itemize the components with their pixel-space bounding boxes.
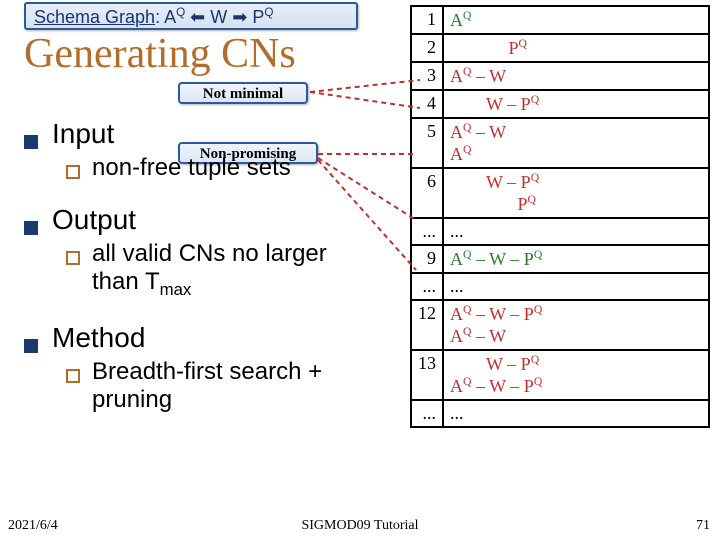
row-index: 13	[411, 350, 443, 400]
row-index: 1	[411, 6, 443, 34]
table-row: 9AQ – W – PQ	[411, 245, 709, 273]
row-content: AQ – W	[443, 62, 709, 90]
not-minimal-callout: Not minimal	[178, 82, 308, 104]
table-row: ......	[411, 273, 709, 300]
row-content: AQ – W – PQAQ – W	[443, 300, 709, 350]
table-row: 5AQ – WAQ	[411, 118, 709, 168]
row-content: W – PQ	[443, 90, 709, 118]
bullet-square-icon	[24, 221, 38, 235]
row-index: 3	[411, 62, 443, 90]
table-row: 1AQ	[411, 6, 709, 34]
bullet-method-sub-text: Breadth-first search + pruning	[92, 358, 374, 414]
row-content: ...	[443, 273, 709, 300]
row-index: 12	[411, 300, 443, 350]
slide-title: Generating CNs	[24, 30, 296, 78]
bullet-output-sub-text: all valid CNs no larger than Tmax	[92, 240, 374, 300]
footer-date: 2021/6/4	[8, 518, 58, 534]
cn-table: 1AQ2 PQ3AQ – W4 W – PQ5AQ – WAQ6 W – PQ …	[410, 5, 710, 428]
bullet-input-text: Input	[52, 118, 114, 150]
row-content: AQ – W – PQ	[443, 245, 709, 273]
bullet-input-sub: non-free tuple sets	[66, 154, 374, 182]
bullet-output: Output	[24, 204, 374, 236]
bullet-method: Method	[24, 322, 374, 354]
table-row: 6 W – PQ PQ	[411, 168, 709, 218]
bullet-input-sub-text: non-free tuple sets	[92, 154, 291, 182]
row-index: 2	[411, 34, 443, 62]
row-index: ...	[411, 400, 443, 427]
row-content: AQ	[443, 6, 709, 34]
table-row: ......	[411, 218, 709, 245]
bullet-square-icon	[24, 339, 38, 353]
bullet-hollow-square-icon	[66, 369, 80, 383]
row-index: 5	[411, 118, 443, 168]
bullet-input: Input	[24, 118, 374, 150]
row-content: PQ	[443, 34, 709, 62]
bullet-list: Input non-free tuple sets Output all val…	[24, 110, 374, 414]
bullet-hollow-square-icon	[66, 165, 80, 179]
footer-page: 71	[696, 518, 710, 534]
row-content: ...	[443, 400, 709, 427]
row-index: ...	[411, 218, 443, 245]
bullet-method-text: Method	[52, 322, 145, 354]
schema-graph-box: Schema Graph: AQ ⬅ W ➡ PQ	[24, 2, 358, 30]
table-row: 4 W – PQ	[411, 90, 709, 118]
table-row: 2 PQ	[411, 34, 709, 62]
bullet-output-text: Output	[52, 204, 136, 236]
bullet-method-sub: Breadth-first search + pruning	[66, 358, 374, 414]
table-row: 3AQ – W	[411, 62, 709, 90]
row-index: ...	[411, 273, 443, 300]
footer-title: SIGMOD09 Tutorial	[301, 518, 418, 534]
row-content: W – PQAQ – W – PQ	[443, 350, 709, 400]
row-content: ...	[443, 218, 709, 245]
row-content: W – PQ PQ	[443, 168, 709, 218]
table-row: 13 W – PQAQ – W – PQ	[411, 350, 709, 400]
bullet-hollow-square-icon	[66, 251, 80, 265]
bullet-square-icon	[24, 135, 38, 149]
table-row: ......	[411, 400, 709, 427]
table-row: 12AQ – W – PQAQ – W	[411, 300, 709, 350]
row-index: 9	[411, 245, 443, 273]
bullet-output-sub: all valid CNs no larger than Tmax	[66, 240, 374, 300]
row-index: 4	[411, 90, 443, 118]
row-index: 6	[411, 168, 443, 218]
row-content: AQ – WAQ	[443, 118, 709, 168]
